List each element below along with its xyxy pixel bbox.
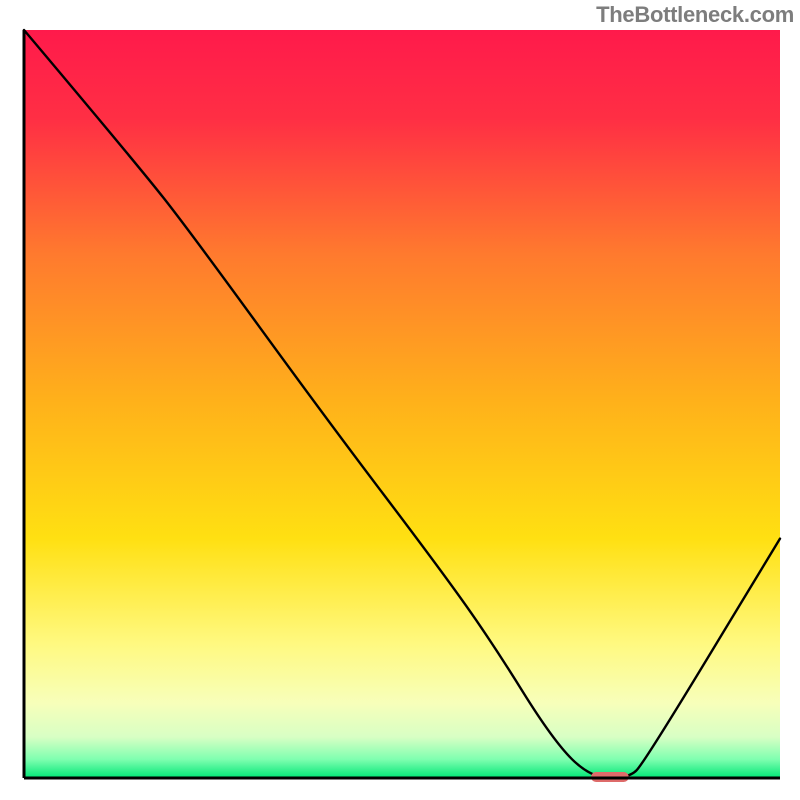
bottleneck-chart (0, 0, 800, 800)
watermark-text: TheBottleneck.com (596, 2, 794, 28)
chart-container: TheBottleneck.com (0, 0, 800, 800)
